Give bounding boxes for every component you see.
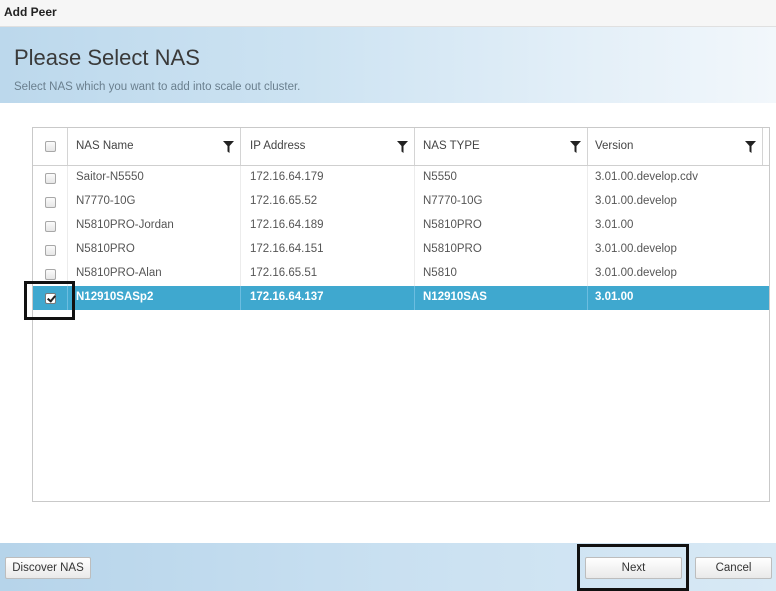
row-select-cell xyxy=(33,190,68,214)
cell-nas-name: N7770-10G xyxy=(68,190,241,214)
cell-version: 3.01.00 xyxy=(595,219,634,232)
dialog-titlebar: Add Peer xyxy=(0,0,776,27)
filter-icon[interactable] xyxy=(223,140,234,153)
table-row[interactable]: N7770-10G 172.16.65.52 N7770-10G 3.01.00… xyxy=(33,190,769,214)
cell-version: 3.01.00.develop.cdv xyxy=(595,171,698,184)
cell-ip-address: 172.16.65.52 xyxy=(242,190,415,214)
table-row[interactable]: Saitor-N5550 172.16.64.179 N5550 3.01.00… xyxy=(33,166,769,190)
cell-ip-address: 172.16.65.51 xyxy=(242,262,415,286)
column-header-nas-type[interactable]: NAS TYPE xyxy=(416,128,588,165)
cell-version: 3.01.00.develop xyxy=(595,243,677,256)
filter-icon[interactable] xyxy=(397,140,408,153)
column-header-label: Version xyxy=(595,139,634,152)
cell-nas-type: N7770-10G xyxy=(416,190,588,214)
row-select-cell xyxy=(33,238,68,262)
dialog-title: Add Peer xyxy=(4,5,57,19)
column-header-label: NAS TYPE xyxy=(423,139,480,152)
select-all-checkbox[interactable] xyxy=(44,141,56,152)
column-header-ip-address[interactable]: IP Address xyxy=(242,128,415,165)
cancel-button[interactable]: Cancel xyxy=(695,557,772,579)
filter-icon[interactable] xyxy=(570,140,581,153)
cell-version: 3.01.00 xyxy=(595,291,634,304)
row-checkbox[interactable] xyxy=(44,172,56,184)
cell-nas-type: N5810PRO xyxy=(416,238,588,262)
column-header-nas-name[interactable]: NAS Name xyxy=(68,128,241,165)
page-title: Please Select NAS xyxy=(14,45,200,70)
cell-ip-address: 172.16.64.179 xyxy=(242,166,415,190)
table-row-selected[interactable]: N12910SASp2 172.16.64.137 N12910SAS 3.01… xyxy=(33,286,769,310)
cell-nas-name: N5810PRO-Alan xyxy=(68,262,241,286)
cell-nas-name: N5810PRO-Jordan xyxy=(68,214,241,238)
cell-version: 3.01.00.develop xyxy=(595,195,677,208)
row-select-cell xyxy=(33,214,68,238)
table-header: NAS Name IP Address NAS TYPE Version xyxy=(33,128,769,166)
cell-nas-type: N5550 xyxy=(416,166,588,190)
wizard-header: Please Select NAS Select NAS which you w… xyxy=(0,27,776,103)
row-select-cell xyxy=(33,286,68,310)
cell-version: 3.01.00.develop xyxy=(595,267,677,280)
row-select-cell xyxy=(33,166,68,190)
cell-nas-name: N12910SASp2 xyxy=(68,286,241,310)
cell-ip-address: 172.16.64.137 xyxy=(242,286,415,310)
row-checkbox[interactable] xyxy=(44,220,56,232)
table-row[interactable]: N5810PRO 172.16.64.151 N5810PRO 3.01.00.… xyxy=(33,238,769,262)
column-header-label: IP Address xyxy=(250,139,306,152)
row-checkbox[interactable] xyxy=(44,244,56,256)
cell-nas-type: N12910SAS xyxy=(416,286,588,310)
row-checkbox[interactable] xyxy=(44,268,56,280)
row-checkbox-checked[interactable] xyxy=(44,292,56,304)
table-row[interactable]: N5810PRO-Alan 172.16.65.51 N5810 3.01.00… xyxy=(33,262,769,286)
cell-ip-address: 172.16.64.189 xyxy=(242,214,415,238)
cell-nas-name: Saitor-N5550 xyxy=(68,166,241,190)
cell-nas-type: N5810 xyxy=(416,262,588,286)
discover-nas-button[interactable]: Discover NAS xyxy=(5,557,91,579)
row-select-cell xyxy=(33,262,68,286)
column-header-label: NAS Name xyxy=(76,139,134,152)
row-checkbox[interactable] xyxy=(44,196,56,208)
cell-nas-type: N5810PRO xyxy=(416,214,588,238)
column-header-version[interactable]: Version xyxy=(589,128,763,165)
dialog-footer: Discover NAS Next Cancel xyxy=(0,543,776,591)
next-button[interactable]: Next xyxy=(585,557,682,579)
cell-ip-address: 172.16.64.151 xyxy=(242,238,415,262)
page-subtitle: Select NAS which you want to add into sc… xyxy=(14,81,301,93)
cell-nas-name: N5810PRO xyxy=(68,238,241,262)
table-row[interactable]: N5810PRO-Jordan 172.16.64.189 N5810PRO 3… xyxy=(33,214,769,238)
header-select-all-cell xyxy=(33,128,68,165)
filter-icon[interactable] xyxy=(745,140,756,153)
nas-table: NAS Name IP Address NAS TYPE Version Sai… xyxy=(32,127,770,502)
